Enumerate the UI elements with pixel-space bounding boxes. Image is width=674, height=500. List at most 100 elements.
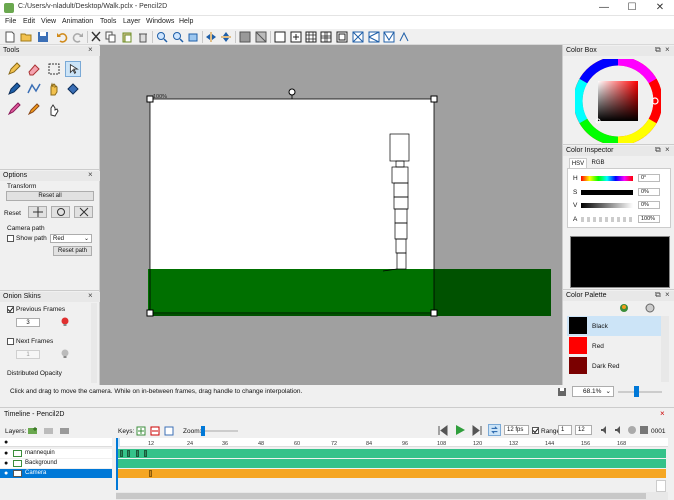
path-color-select[interactable]: Red ⌄ <box>50 234 92 243</box>
zoom-select[interactable]: 68.1% ⌄ <box>572 386 614 397</box>
eraser-icon[interactable] <box>26 61 42 77</box>
timeline-horizontal-scrollbar[interactable] <box>116 492 668 500</box>
track-mannequin[interactable] <box>116 449 666 458</box>
color-box-close-icon[interactable]: × <box>665 45 670 54</box>
add-color-icon[interactable] <box>619 303 629 313</box>
hue-slider[interactable] <box>581 176 633 181</box>
menu-file[interactable]: File <box>5 18 16 25</box>
layer-row-camera[interactable]: ● Camera <box>0 469 112 478</box>
add-layer-icon[interactable] <box>27 426 39 436</box>
next-frames-spinbox[interactable]: 1 <box>16 350 40 359</box>
fps-spinbox[interactable]: 12 fps <box>504 425 529 435</box>
add-key-icon[interactable] <box>136 426 146 436</box>
color-wheel[interactable] <box>575 59 661 143</box>
timeline-close-icon[interactable]: × <box>660 409 665 418</box>
delete-layer-icon[interactable] <box>59 426 71 436</box>
onion-skin-icon[interactable] <box>239 31 251 43</box>
menu-tools[interactable]: Tools <box>100 18 116 25</box>
menu-animation[interactable]: Animation <box>62 18 93 25</box>
eyedropper-icon[interactable] <box>26 101 42 117</box>
playhead[interactable] <box>116 438 118 490</box>
palette-swatch-red[interactable] <box>569 337 587 354</box>
palette-label-black[interactable]: Black <box>592 323 608 330</box>
reset-rotation-button[interactable] <box>51 206 70 218</box>
visibility-icon[interactable]: ● <box>4 449 8 458</box>
jump-end-icon[interactable] <box>471 425 483 436</box>
tab-rgb[interactable]: RGB <box>589 158 607 168</box>
new-icon[interactable] <box>4 31 16 43</box>
menu-edit[interactable]: Edit <box>23 18 35 25</box>
minimize-button[interactable]: — <box>590 0 618 16</box>
range-checkbox[interactable] <box>532 427 539 434</box>
options-panel-close-icon[interactable]: × <box>88 170 93 179</box>
duplicate-layer-icon[interactable] <box>43 426 55 436</box>
next-frames-checkbox[interactable] <box>7 338 14 345</box>
track-camera[interactable] <box>116 469 666 478</box>
timeline-scrollbar[interactable] <box>656 480 666 492</box>
timeline-zoom-handle[interactable] <box>201 426 205 436</box>
close-button[interactable]: ✕ <box>646 0 674 16</box>
value-slider[interactable] <box>581 203 633 208</box>
move-icon[interactable] <box>65 61 81 77</box>
smudge-icon[interactable] <box>46 101 62 117</box>
paste-icon[interactable] <box>121 31 133 43</box>
overlay-perspective-3-icon[interactable] <box>383 31 395 43</box>
track-background[interactable] <box>116 459 666 468</box>
rotate-left-icon[interactable] <box>187 31 199 43</box>
previous-frames-checkbox[interactable] <box>7 306 14 313</box>
palette-settings-icon[interactable] <box>645 303 655 313</box>
sound-icon[interactable] <box>614 425 624 435</box>
onion-panel-close-icon[interactable]: × <box>88 291 93 300</box>
overlay-camera-icon[interactable] <box>336 31 348 43</box>
range-end-input[interactable]: 12 <box>575 425 592 435</box>
zoom-in-icon[interactable] <box>156 31 168 43</box>
layer-row-background[interactable]: ● Background <box>0 459 112 468</box>
alpha-slider[interactable] <box>581 217 633 222</box>
grid-icon[interactable] <box>255 31 267 43</box>
s-input[interactable]: 0% <box>638 188 660 196</box>
pen-icon[interactable] <box>6 81 22 97</box>
previous-onion-color-icon[interactable] <box>60 317 70 327</box>
polyline-icon[interactable] <box>26 81 42 97</box>
saturation-slider[interactable] <box>581 190 633 195</box>
select-icon[interactable] <box>46 61 62 77</box>
timeline-zoom-track[interactable] <box>200 430 238 432</box>
zoom-slider-handle[interactable] <box>634 386 639 397</box>
layer-name[interactable]: Camera <box>25 469 46 478</box>
onion-next-icon[interactable] <box>639 425 649 435</box>
menu-windows[interactable]: Windows <box>146 18 174 25</box>
layer-row-mannequin[interactable]: ● mannequin <box>0 449 112 458</box>
maximize-button[interactable]: ☐ <box>618 0 646 16</box>
loop-icon[interactable] <box>488 424 501 436</box>
layer-name[interactable]: Background <box>25 459 57 468</box>
copy-icon[interactable] <box>105 31 117 43</box>
menu-view[interactable]: View <box>41 18 56 25</box>
jump-start-icon[interactable] <box>437 425 449 436</box>
onion-prev-icon[interactable] <box>627 425 637 435</box>
overlay-thirds-icon[interactable] <box>290 31 302 43</box>
overlay-center-icon[interactable] <box>274 31 286 43</box>
bucket-icon[interactable] <box>65 81 81 97</box>
overlay-perspective-1-icon[interactable] <box>352 31 364 43</box>
previous-frames-spinbox[interactable]: 3 <box>16 318 40 327</box>
h-input[interactable]: 0° <box>638 174 660 182</box>
delete-icon[interactable] <box>137 31 149 43</box>
tools-panel-close-icon[interactable]: × <box>88 45 93 54</box>
zoom-slider-track[interactable] <box>618 391 662 393</box>
visibility-icon[interactable]: ● <box>4 469 8 478</box>
rotate-right-icon[interactable] <box>398 31 410 43</box>
cut-icon[interactable] <box>90 31 102 43</box>
play-icon[interactable] <box>454 424 466 436</box>
undo-icon[interactable] <box>56 31 68 43</box>
flip-vertical-icon[interactable] <box>220 31 232 43</box>
pencil-icon[interactable] <box>6 61 22 77</box>
save-icon[interactable] <box>37 31 49 43</box>
brush-icon[interactable] <box>6 101 22 117</box>
inspector-float-icon[interactable]: ⧉ <box>655 145 661 155</box>
visibility-all-icon[interactable]: ● <box>4 438 8 447</box>
show-path-checkbox[interactable] <box>7 235 14 242</box>
overlay-safe-icon[interactable] <box>320 31 332 43</box>
next-onion-color-icon[interactable] <box>60 349 70 359</box>
sound-scrub-icon[interactable] <box>600 425 610 435</box>
onion-panel-scrollbar[interactable] <box>91 303 97 383</box>
